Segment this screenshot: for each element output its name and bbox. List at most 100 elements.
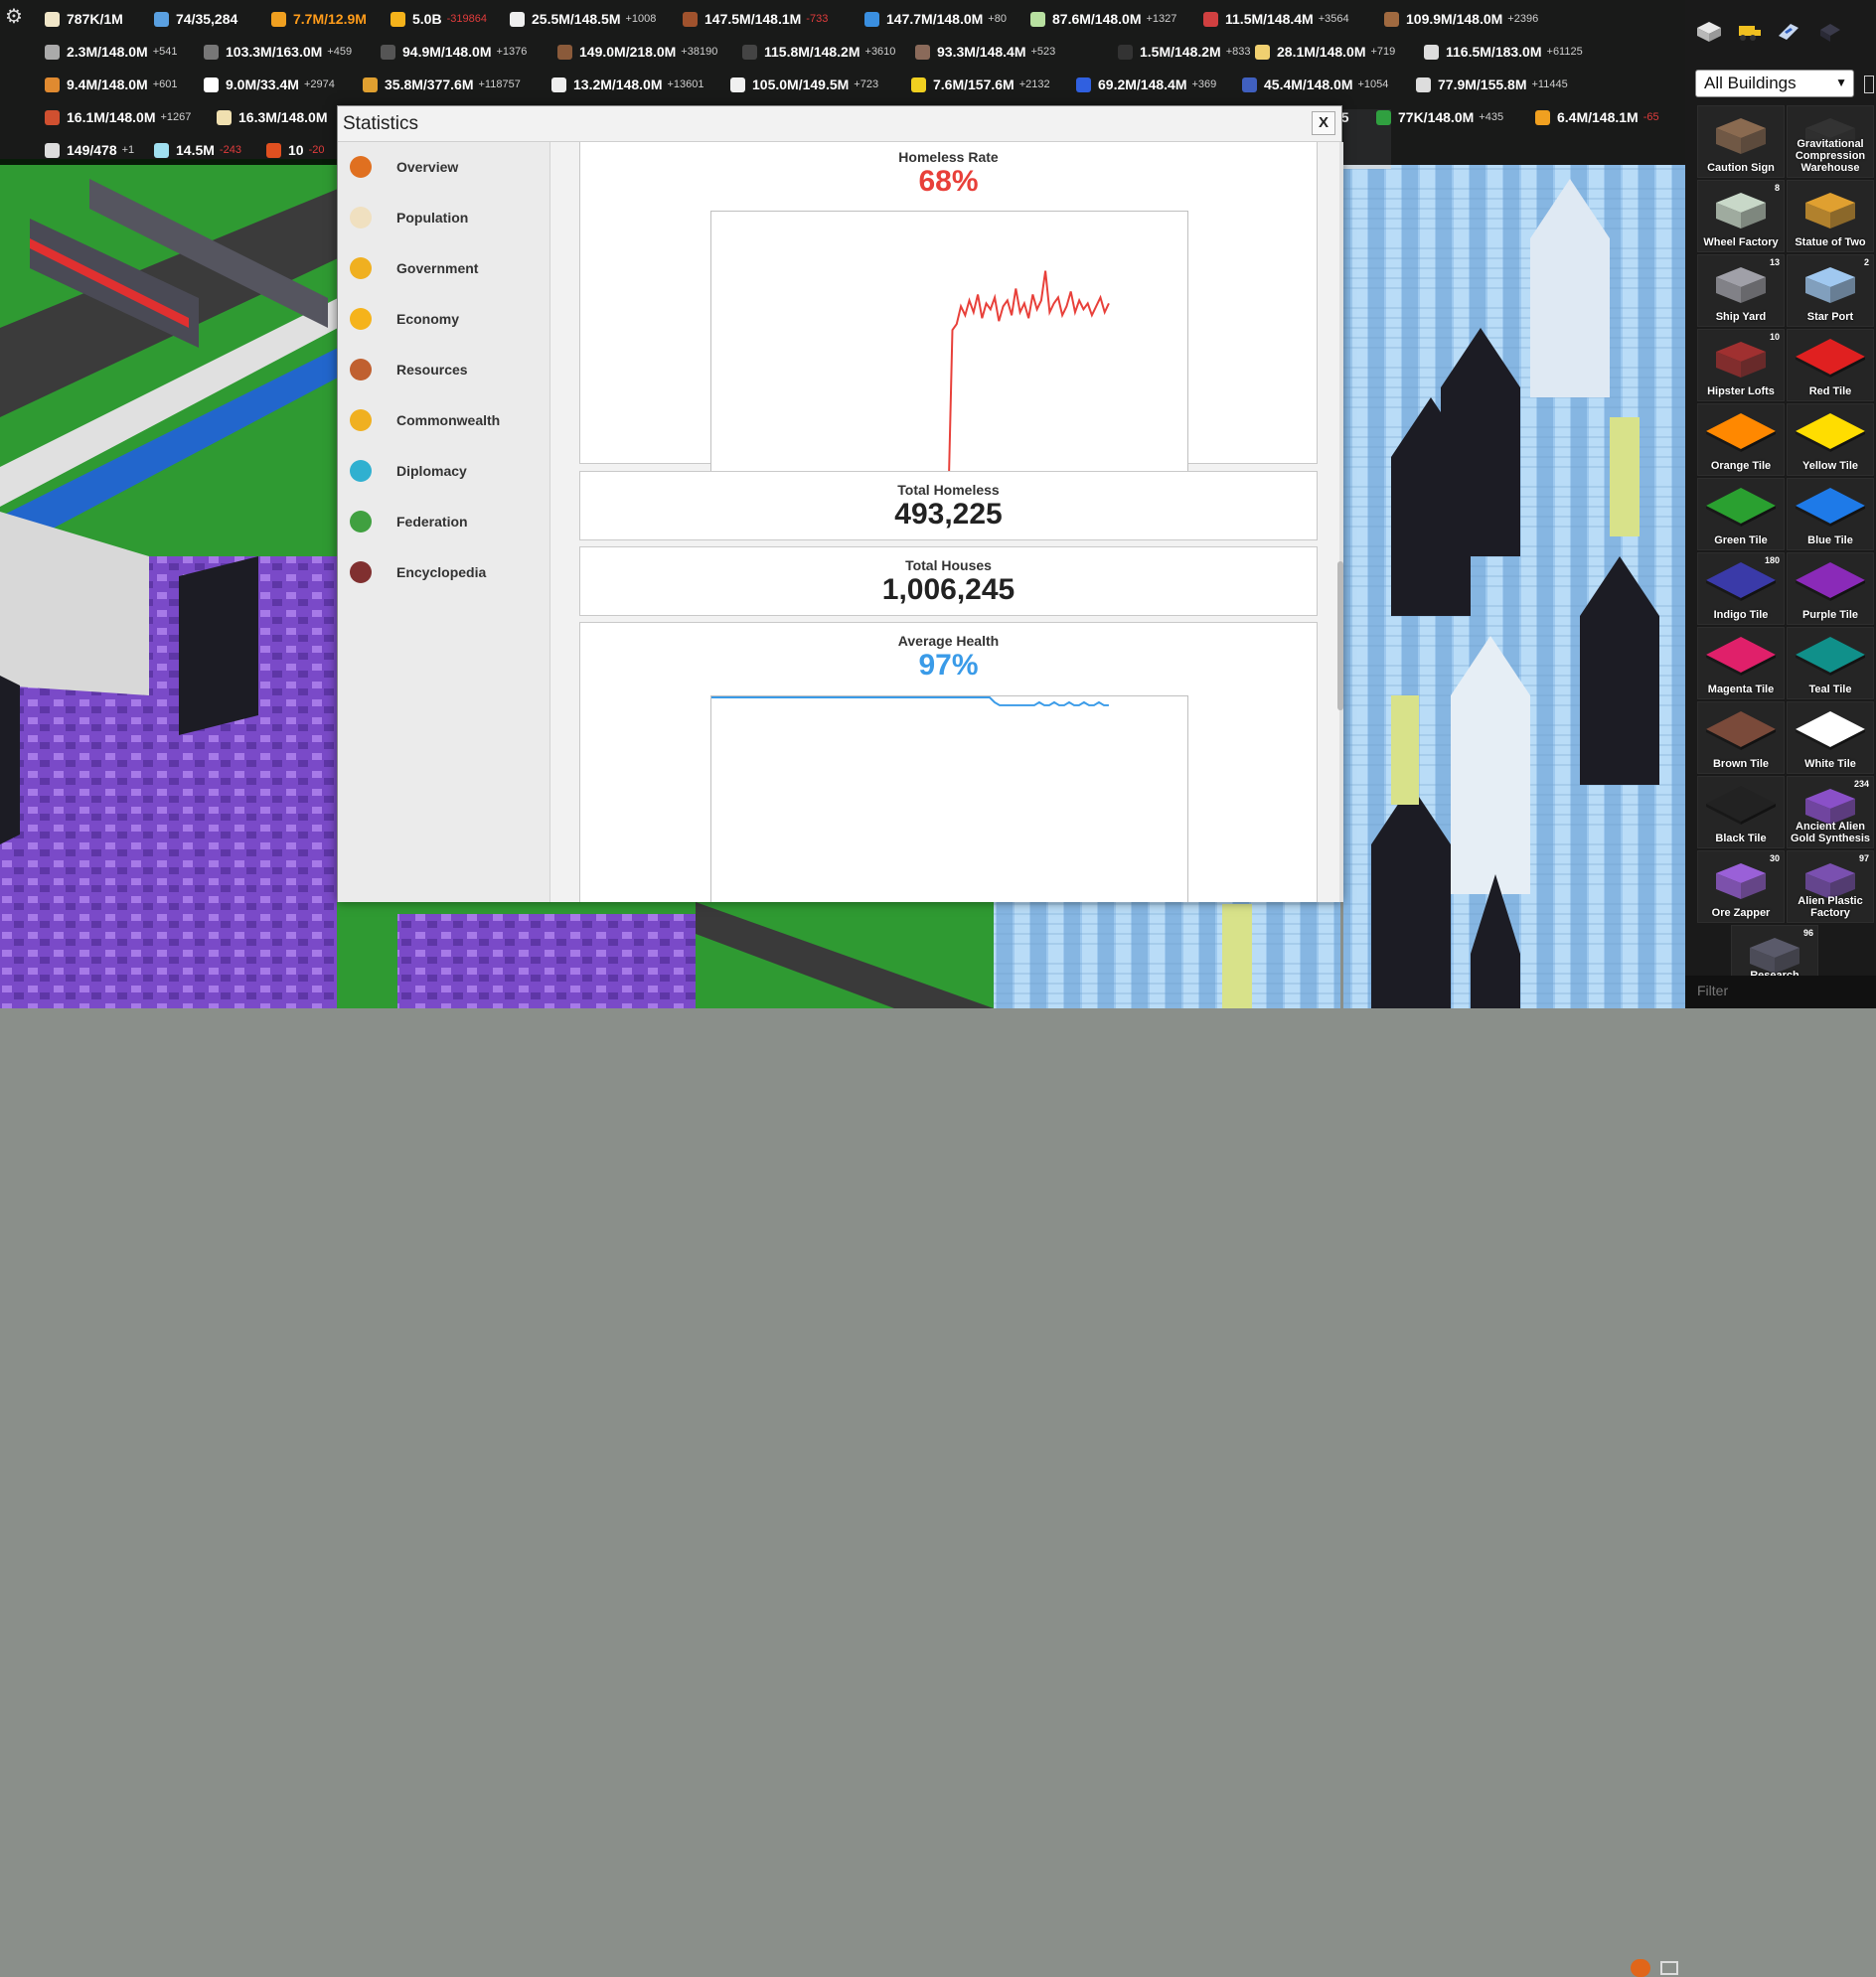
build-tile-indigo-tile[interactable]: 180 Indigo Tile	[1697, 552, 1785, 625]
build-tile-purple-tile[interactable]: Purple Tile	[1787, 552, 1874, 625]
resource-stick-stat[interactable]: 147.5M/148.1M -733	[683, 8, 828, 30]
resource-coin-stat[interactable]: 5.0B -319864	[391, 8, 487, 30]
resource-brain-stat[interactable]: 14.5M -243	[154, 139, 241, 161]
resource-feather-stat[interactable]: 116.5M/183.0M +61125	[1424, 41, 1583, 63]
nav-item-diplomacy[interactable]: Diplomacy	[338, 451, 549, 491]
resource-delta: +2974	[303, 78, 335, 90]
fire-icon	[266, 142, 281, 158]
build-tile-magenta-tile[interactable]: Magenta Tile	[1697, 627, 1785, 699]
nav-item-encyclopedia[interactable]: Encyclopedia	[338, 552, 549, 592]
resource-gem-stat[interactable]: 35.8M/377.6M +118757	[363, 74, 521, 95]
building-search-input[interactable]: Filter	[1631, 976, 1876, 1977]
resource-gear-small-stat[interactable]: 2.3M/148.0M +541	[45, 41, 178, 63]
tile-icon	[1796, 488, 1865, 527]
nav-item-resources[interactable]: Resources	[338, 350, 549, 389]
resource-glove-stat[interactable]: 69.2M/148.4M +369	[1076, 74, 1216, 95]
close-button[interactable]: X	[1312, 111, 1335, 135]
resource-bird-stat[interactable]: 74/35,284	[154, 8, 237, 30]
build-tile-brown-tile[interactable]: Brown Tile	[1697, 701, 1785, 774]
resource-boot-stat[interactable]: 45.4M/148.0M +1054	[1242, 74, 1388, 95]
build-tile-green-tile[interactable]: Green Tile	[1697, 478, 1785, 550]
resource-fire-stat[interactable]: 10 -20	[266, 139, 324, 161]
bulldozer-icon[interactable]	[1735, 18, 1763, 44]
nav-item-population[interactable]: Population	[338, 198, 549, 237]
build-tile-yellow-tile[interactable]: Yellow Tile	[1787, 403, 1874, 476]
build-tile-ship-yard[interactable]: 13 Ship Yard	[1697, 254, 1785, 327]
build-tile-teal-tile[interactable]: Teal Tile	[1787, 627, 1874, 699]
resource-ore-stat[interactable]: 149.0M/218.0M +38190	[557, 41, 717, 63]
resource-cloud-stat[interactable]: 77.9M/155.8M +11445	[1416, 74, 1568, 95]
resource-value: 105.0M/149.5M	[752, 76, 850, 92]
resource-value: 149.0M/218.0M	[579, 44, 677, 60]
resource-kite-stat[interactable]: 149/478 +1	[45, 139, 134, 161]
resource-salt-stat[interactable]: 25.5M/148.5M +1008	[510, 8, 656, 30]
build-tile-orange-tile[interactable]: Orange Tile	[1697, 403, 1785, 476]
build-tile-ancient-alien-gold-synthesis[interactable]: 234 Ancient Alien Gold Synthesis	[1787, 776, 1874, 848]
resource-pipe-stat[interactable]: 103.3M/163.0M +459	[204, 41, 352, 63]
resource-diamond-stat[interactable]: 105.0M/149.5M +723	[730, 74, 878, 95]
resource-bottle-stat[interactable]: 109.9M/148.0M +2396	[1384, 8, 1538, 30]
statistics-scrollbar[interactable]	[1339, 142, 1343, 902]
average-health-value: 97%	[918, 649, 979, 682]
resource-delta: +2132	[1018, 78, 1050, 90]
decor-icon[interactable]	[1816, 18, 1844, 44]
resource-box-stat[interactable]: 9.0M/33.4M +2974	[204, 74, 335, 95]
chat-icon[interactable]	[1631, 1959, 1650, 1977]
build-tile-gravitational-compression-warehouse[interactable]: Gravitational Compression Warehouse	[1787, 105, 1874, 178]
tile-icon	[1796, 637, 1865, 676]
building-filter-select[interactable]: All Buildings ▼	[1695, 70, 1854, 97]
resource-radiation-stat[interactable]: 7.6M/157.6M +2132	[911, 74, 1050, 95]
screen-icon[interactable]	[1660, 1961, 1678, 1975]
resource-tea-stat[interactable]: 77K/148.0M +435	[1376, 106, 1503, 128]
build-tile-hipster-lofts[interactable]: 10 Hipster Lofts	[1697, 329, 1785, 401]
build-tile-statue-of-two[interactable]: Statue of Two	[1787, 180, 1874, 252]
resource-value: 116.5M/183.0M	[1446, 44, 1542, 60]
resource-delta: +1054	[1357, 78, 1389, 90]
nav-item-overview[interactable]: Overview	[338, 147, 549, 187]
tile-label: Brown Tile	[1712, 758, 1770, 770]
resource-value: 787K/1M	[67, 11, 123, 27]
tile-icon	[1796, 711, 1865, 750]
resource-bag-stat[interactable]: 6.4M/148.1M -65	[1535, 106, 1659, 128]
resource-block-stat[interactable]: 94.9M/148.0M +1376	[381, 41, 527, 63]
resource-leaf-stat[interactable]: 87.6M/148.0M +1327	[1030, 8, 1176, 30]
tile-label: White Tile	[1804, 758, 1856, 770]
nav-item-economy[interactable]: Economy	[338, 299, 549, 339]
resource-bread-stat[interactable]: 9.4M/148.0M +601	[45, 74, 178, 95]
tile-label: Ship Yard	[1715, 311, 1767, 323]
resource-value: 28.1M/148.0M	[1277, 44, 1366, 60]
resource-tag-stat[interactable]: 11.5M/148.4M +3564	[1203, 8, 1349, 30]
build-tile-red-tile[interactable]: Red Tile	[1787, 329, 1874, 401]
build-tile-star-port[interactable]: 2 Star Port	[1787, 254, 1874, 327]
resource-fish-stat[interactable]: 16.1M/148.0M +1267	[45, 106, 191, 128]
buildings-icon[interactable]	[1695, 18, 1723, 44]
build-tile-wheel-factory[interactable]: 8 Wheel Factory	[1697, 180, 1785, 252]
resource-energy-stat[interactable]: 7.7M/12.9M	[271, 8, 367, 30]
fish-icon	[45, 109, 60, 125]
nav-item-commonwealth[interactable]: Commonwealth	[338, 400, 549, 440]
resource-plank-stat[interactable]: 1.5M/148.2M +833	[1118, 41, 1251, 63]
resource-coal-stat[interactable]: 115.8M/148.2M +3610	[742, 41, 895, 63]
build-tile-white-tile[interactable]: White Tile	[1787, 701, 1874, 774]
build-tile-caution-sign[interactable]: Caution Sign	[1697, 105, 1785, 178]
grid-view-icon[interactable]	[1864, 76, 1874, 93]
build-tile-black-tile[interactable]: Black Tile	[1697, 776, 1785, 848]
transport-icon[interactable]	[1775, 18, 1802, 44]
build-tile-ore-zapper[interactable]: 30 Ore Zapper	[1697, 850, 1785, 923]
nav-item-federation[interactable]: Federation	[338, 502, 549, 541]
resource-scroll-stat[interactable]: 16.3M/148.0M	[217, 106, 328, 128]
boot-icon	[1242, 76, 1257, 92]
build-tile-alien-plastic-factory[interactable]: 97 Alien Plastic Factory	[1787, 850, 1874, 923]
statistics-scroll-thumb[interactable]	[1337, 561, 1343, 710]
statistics-content[interactable]: Homeless Rate 68% Total Homeless 493,225…	[550, 142, 1341, 902]
build-tile-blue-tile[interactable]: Blue Tile	[1787, 478, 1874, 550]
resource-quill-stat[interactable]: 13.2M/148.0M +13601	[551, 74, 704, 95]
water-icon	[864, 11, 879, 27]
resource-cheese-stat[interactable]: 28.1M/148.0M +719	[1255, 41, 1395, 63]
resource-water-stat[interactable]: 147.7M/148.0M +80	[864, 8, 1007, 30]
resource-person-stat[interactable]: 787K/1M	[45, 8, 123, 30]
resource-rock-stat[interactable]: 93.3M/148.4M +523	[915, 41, 1055, 63]
nav-item-government[interactable]: Government	[338, 248, 549, 288]
dialog-titlebar[interactable]: Statistics X	[338, 106, 1341, 142]
settings-gear-icon[interactable]: ⚙	[5, 7, 25, 27]
